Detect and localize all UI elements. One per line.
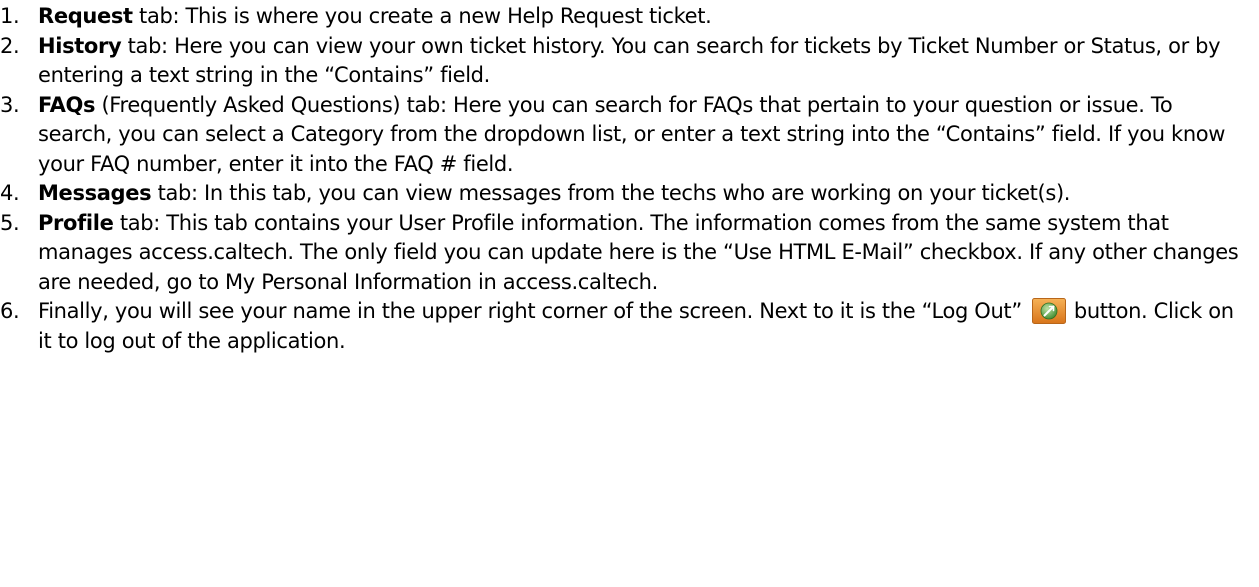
list-item-history: 2. History tab: Here you can view your o… xyxy=(0,32,1251,91)
keyword-history: History xyxy=(38,33,122,58)
list-item-faqs: 3. FAQs (Frequently Asked Questions) tab… xyxy=(0,91,1251,180)
logout-icon[interactable] xyxy=(1031,298,1066,324)
list-number: 6. xyxy=(0,299,20,323)
item-text: tab: This is where you create a new Help… xyxy=(132,4,712,28)
keyword-messages: Messages xyxy=(38,181,152,205)
list-item-request: 1. Request tab: This is where you create… xyxy=(0,2,1251,32)
item-text: tab: In this tab, you can view messages … xyxy=(151,181,1071,205)
list-number: 3. xyxy=(0,92,20,117)
list-number: 2. xyxy=(0,33,20,58)
keyword-faqs: FAQs xyxy=(38,92,96,117)
item-text-before-icon: Finally, you will see your name in the u… xyxy=(38,299,1022,323)
keyword-request: Request xyxy=(38,4,133,28)
list-item-logout: 6. Finally, you will see your name in th… xyxy=(0,297,1251,356)
item-text: tab: Here you can view your own ticket h… xyxy=(38,33,1221,88)
help-document: 1. Request tab: This is where you create… xyxy=(0,0,1259,356)
keyword-profile: Profile xyxy=(38,210,114,235)
list-number: 1. xyxy=(0,4,20,28)
list-number: 5. xyxy=(0,210,20,235)
item-text: (Frequently Asked Questions) tab: Here y… xyxy=(38,92,1226,176)
list-number: 4. xyxy=(0,181,20,205)
list-item-messages: 4. Messages tab: In this tab, you can vi… xyxy=(0,179,1251,209)
list-item-profile: 5. Profile tab: This tab contains your U… xyxy=(0,209,1251,298)
item-text: tab: This tab contains your User Profile… xyxy=(38,210,1239,294)
